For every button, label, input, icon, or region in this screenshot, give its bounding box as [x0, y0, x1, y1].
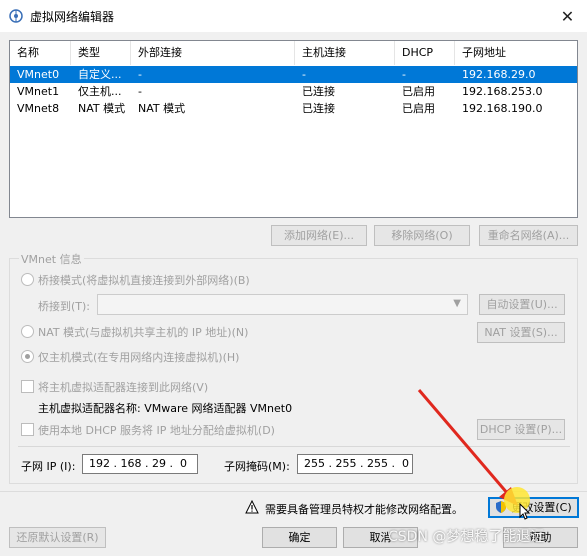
col-header-name[interactable]: 名称 [10, 41, 71, 65]
table-row[interactable]: VMnet8 NAT 模式 NAT 模式 已连接 已启用 192.168.190.0 [10, 100, 577, 117]
col-header-external[interactable]: 外部连接 [131, 41, 295, 65]
mouse-cursor-icon [519, 503, 531, 520]
table-cell: - [402, 68, 406, 81]
table-cell: VMnet1 [17, 85, 60, 98]
add-network-button[interactable]: 添加网络(E)... [271, 225, 367, 246]
close-button[interactable]: ✕ [548, 0, 587, 32]
dhcp-checkbox[interactable] [21, 423, 34, 436]
nat-label: NAT 模式(与虚拟机共享主机的 IP 地址)(N) [38, 326, 249, 339]
table-cell: NAT 模式 [138, 102, 186, 115]
bridged-to-select[interactable]: ▼ [97, 294, 468, 315]
bridged-radio[interactable] [21, 273, 34, 286]
subnet-mask-label: 子网掩码(M): [224, 460, 290, 473]
adapter-name-label: 主机虚拟适配器名称: VMware 网络适配器 VMnet0 [38, 402, 293, 415]
host-only-radio[interactable] [21, 350, 34, 363]
title-bar: 虚拟网络编辑器 ✕ [0, 0, 587, 32]
subnet-mask-input[interactable]: 255 . 255 . 255 . 0 [297, 454, 413, 474]
dhcp-label: 使用本地 DHCP 服务将 IP 地址分配给虚拟机(D) [38, 424, 275, 437]
table-cell: - [138, 68, 142, 81]
table-cell: 已启用 [402, 85, 435, 98]
table-cell: 已连接 [302, 102, 335, 115]
rename-network-button[interactable]: 重命名网络(A)... [479, 225, 578, 246]
cancel-button[interactable]: 取消 [343, 527, 418, 548]
subnet-ip-label: 子网 IP (I): [21, 460, 76, 473]
connect-adapter-checkbox[interactable] [21, 380, 34, 393]
col-header-subnet[interactable]: 子网地址 [455, 41, 577, 65]
restore-defaults-button[interactable]: 还原默认设置(R) [9, 527, 106, 548]
table-row[interactable]: VMnet1 仅主机... - 已连接 已启用 192.168.253.0 [10, 83, 577, 100]
table-cell: VMnet8 [17, 102, 60, 115]
bridged-to-label: 桥接到(T): [38, 300, 91, 313]
bridged-label: 桥接模式(将虚拟机直接连接到外部网络)(B) [38, 274, 250, 287]
table-cell: 自定义... [78, 68, 122, 81]
table-row[interactable]: VMnet0 自定义... - - - 192.168.29.0 [10, 66, 577, 83]
table-cell: - [302, 68, 306, 81]
remove-network-button[interactable]: 移除网络(O) [374, 225, 470, 246]
footer-divider [0, 491, 587, 492]
table-cell: NAT 模式 [78, 102, 126, 115]
close-icon: ✕ [560, 6, 575, 26]
ok-button[interactable]: 确定 [262, 527, 337, 548]
table-cell: VMnet0 [17, 68, 60, 81]
subnet-ip-input[interactable]: 192 . 168 . 29 . 0 [82, 454, 198, 474]
network-editor-icon [9, 9, 23, 23]
auto-settings-button[interactable]: 自动设置(U)... [479, 294, 565, 315]
table-cell: 已连接 [302, 85, 335, 98]
dhcp-settings-button[interactable]: DHCP 设置(P)... [477, 419, 565, 440]
chevron-down-icon: ▼ [453, 298, 461, 309]
table-cell: 192.168.253.0 [462, 85, 543, 98]
table-cell: 192.168.29.0 [462, 68, 536, 81]
help-button[interactable]: 帮助 [503, 527, 578, 548]
vmnet-info-group [9, 258, 578, 484]
connect-adapter-label: 将主机虚拟适配器连接到此网络(V) [38, 381, 209, 394]
col-header-dhcp[interactable]: DHCP [395, 41, 455, 65]
warning-icon [245, 500, 259, 514]
admin-warning-text: 需要具备管理员特权才能修改网络配置。 [265, 503, 463, 516]
vmnet-info-title: VMnet 信息 [19, 251, 84, 267]
table-cell: 已启用 [402, 102, 435, 115]
nat-radio[interactable] [21, 325, 34, 338]
nat-settings-button[interactable]: NAT 设置(S)... [477, 322, 565, 343]
col-header-host[interactable]: 主机连接 [295, 41, 395, 65]
group-divider [18, 446, 570, 447]
table-cell: 仅主机... [78, 85, 122, 98]
host-only-label: 仅主机模式(在专用网络内连接虚拟机)(H) [38, 351, 240, 364]
table-cell: - [138, 85, 142, 98]
col-header-type[interactable]: 类型 [71, 41, 131, 65]
uac-shield-icon [496, 501, 506, 513]
window-title: 虚拟网络编辑器 [30, 10, 115, 24]
network-table[interactable]: 名称 类型 外部连接 主机连接 DHCP 子网地址 VMnet0 自定义... - -… [9, 40, 578, 218]
table-header: 名称 类型 外部连接 主机连接 DHCP 子网地址 [10, 41, 577, 65]
table-cell: 192.168.190.0 [462, 102, 543, 115]
